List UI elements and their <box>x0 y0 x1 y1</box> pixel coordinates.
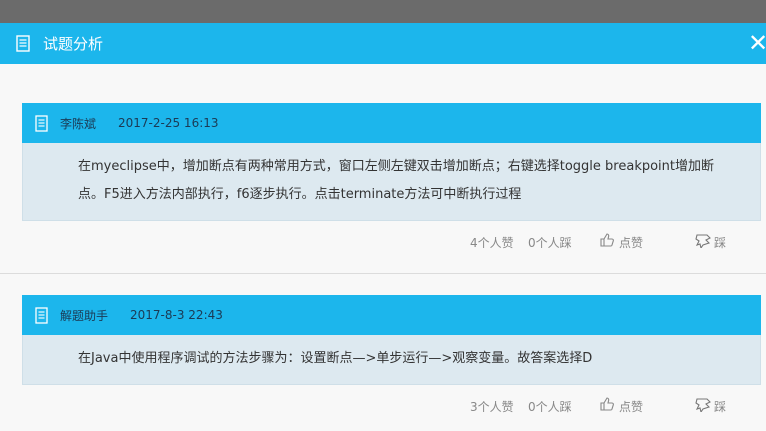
close-icon[interactable]: ✕ <box>748 32 766 54</box>
answer-footer: 4个人赞 0个人踩 点赞 踩 <box>22 221 761 263</box>
answer-author: 解题助手 <box>60 308 109 323</box>
answer-card: 李陈斌 2017-2-25 16:13 在myeclipse中，增加断点有两种常… <box>22 103 761 263</box>
like-button[interactable]: 点赞 <box>619 398 643 415</box>
document-icon <box>35 306 48 324</box>
likes-count: 3个人赞 <box>470 400 514 414</box>
answer-content: 在myeclipse中，增加断点有两种常用方式，窗口左侧左键双击增加断点；右键选… <box>22 143 761 221</box>
thumbs-down-icon[interactable] <box>695 233 711 248</box>
like-button[interactable]: 点赞 <box>619 234 643 251</box>
analysis-dialog: 试题分析 ✕ 李陈斌 2017-2-25 16:13 在myeclipse中，增… <box>0 23 766 431</box>
dislike-button[interactable]: 踩 <box>714 398 726 415</box>
answer-content: 在Java中使用程序调试的方法步骤为：设置断点—>单步运行—>观察变量。故答案选… <box>22 335 761 385</box>
document-icon <box>16 35 30 52</box>
divider <box>0 273 766 274</box>
thumbs-down-icon[interactable] <box>695 397 711 412</box>
answer-card: 解题助手 2017-8-3 22:43 在Java中使用程序调试的方法步骤为：设… <box>22 295 761 427</box>
answer-author: 李陈斌 <box>60 116 97 131</box>
likes-count: 4个人赞 <box>470 236 514 250</box>
dislikes-count: 0个人踩 <box>528 236 572 250</box>
dislike-button[interactable]: 踩 <box>714 234 726 251</box>
answer-date: 2017-8-3 22:43 <box>130 308 223 322</box>
dialog-titlebar: 试题分析 ✕ <box>0 23 766 64</box>
answer-footer: 3个人赞 0个人踩 点赞 踩 <box>22 385 761 427</box>
answer-header: 解题助手 2017-8-3 22:43 <box>22 295 761 335</box>
dislikes-count: 0个人踩 <box>528 400 572 414</box>
thumbs-up-icon[interactable] <box>600 397 614 411</box>
dialog-title: 试题分析 <box>43 35 104 53</box>
thumbs-up-icon[interactable] <box>600 233 614 247</box>
answer-date: 2017-2-25 16:13 <box>118 116 219 130</box>
answer-header: 李陈斌 2017-2-25 16:13 <box>22 103 761 143</box>
document-icon <box>35 114 48 132</box>
